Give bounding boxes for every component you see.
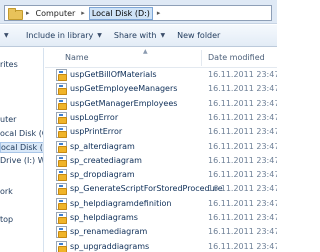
sql-file-icon (56, 197, 67, 210)
file-list: ▲ Name Date modified uspGetBillOfMateria… (45, 48, 277, 252)
file-name: uspGetManagerEmployees (70, 98, 178, 108)
nav-item-favorites[interactable]: rites (0, 60, 18, 69)
file-date-modified: 16.11.2011 23:47 (208, 141, 277, 151)
chevron-down-icon: ▼ (160, 32, 166, 39)
share-with-button[interactable]: Share with ▼ (108, 27, 171, 45)
sql-file-icon (56, 226, 67, 239)
file-row[interactable]: sp_helpdiagramdefinition 16.11.2011 23:47 (45, 197, 277, 211)
breadcrumb-computer[interactable]: Computer (34, 8, 78, 19)
file-date-modified: 16.11.2011 23:47 (208, 170, 277, 180)
file-date-modified: 16.11.2011 23:47 (208, 127, 277, 137)
sql-file-icon (56, 69, 67, 81)
nav-item-desktop[interactable]: top (0, 215, 13, 224)
chevron-down-icon: ▼ (97, 32, 102, 39)
file-date-modified: 16.11.2011 23:47 (208, 184, 277, 194)
chevron-right-icon[interactable]: ▸ (77, 9, 89, 17)
file-row[interactable]: sp_alterdiagram 16.11.2011 23:47 (45, 140, 277, 154)
file-date-modified: 16.11.2011 23:47 (208, 98, 277, 108)
share-with-label: Share with (113, 31, 157, 40)
command-bar: ▼ Include in library ▼ Share with ▼ New … (0, 25, 277, 47)
file-date-modified: 16.11.2011 23:47 (208, 213, 277, 222)
file-name: sp_alterdiagram (70, 141, 135, 151)
file-name: uspGetEmployeeManagers (70, 84, 178, 94)
file-date-modified: 16.11.2011 23:47 (208, 227, 277, 237)
sql-file-icon (56, 154, 67, 167)
file-name: sp_upgraddiagrams (70, 241, 150, 251)
folder-icon (8, 8, 23, 20)
sql-file-icon (56, 83, 67, 96)
new-folder-label: New folder (177, 31, 221, 40)
file-name: sp_creatediagram (70, 155, 142, 165)
file-row[interactable]: uspPrintError 16.11.2011 23:47 (45, 125, 277, 139)
include-in-library-button[interactable]: Include in library ▼ (20, 27, 108, 45)
include-in-library-label: Include in library (26, 31, 94, 40)
file-row[interactable]: uspGetManagerEmployees 16.11.2011 23:47 (45, 97, 277, 111)
file-name: sp_helpdiagrams (70, 213, 138, 222)
chevron-right-icon[interactable]: ▸ (153, 9, 165, 17)
new-folder-button[interactable]: New folder (171, 27, 226, 45)
chevron-down-icon[interactable]: ▼ (0, 32, 20, 39)
sql-file-icon (56, 111, 67, 124)
address-bar[interactable]: ▸ Computer ▸ Local Disk (D:) ▸ (4, 5, 272, 21)
nav-item-local-disk-d[interactable]: ocal Disk (D:) (0, 142, 43, 153)
file-row[interactable]: sp_renamediagram 16.11.2011 23:47 (45, 225, 277, 239)
file-name: sp_helpdiagramdefinition (70, 198, 172, 208)
sql-file-icon (56, 140, 67, 153)
sort-indicator-icon: ▲ (143, 48, 148, 55)
file-name: sp_GenerateScriptForStoredProcedure (70, 184, 223, 194)
column-header-row: ▲ Name Date modified (45, 48, 277, 68)
sql-file-icon (56, 126, 67, 139)
file-name: sp_dropdiagram (70, 170, 135, 180)
sql-file-icon (56, 169, 67, 182)
file-row[interactable]: uspGetBillOfMaterials 16.11.2011 23:47 (45, 68, 277, 82)
file-date-modified: 16.11.2011 23:47 (208, 198, 277, 208)
file-row[interactable]: sp_helpdiagrams 16.11.2011 23:47 (45, 211, 277, 225)
sql-file-icon (56, 183, 67, 196)
file-row[interactable]: uspLogError 16.11.2011 23:47 (45, 111, 277, 125)
column-header-date-modified[interactable]: Date modified (208, 53, 265, 62)
file-date-modified: 16.11.2011 23:47 (208, 70, 277, 79)
file-row[interactable]: sp_GenerateScriptForStoredProcedure 16.11… (45, 182, 277, 196)
column-header-name[interactable]: Name (65, 53, 89, 62)
breadcrumb-local-disk-d[interactable]: Local Disk (D:) (88, 6, 153, 20)
sql-file-icon (56, 240, 67, 252)
file-date-modified: 16.11.2011 23:47 (208, 155, 277, 165)
file-row[interactable]: sp_upgraddiagrams 16.11.2011 23:47 (45, 240, 277, 252)
file-name: sp_renamediagram (70, 227, 148, 237)
file-name: uspGetBillOfMaterials (70, 70, 157, 79)
navigation-pane: rites uter ocal Disk (C:) ocal Disk (D:)… (0, 48, 44, 252)
column-divider[interactable] (201, 50, 202, 66)
file-date-modified: 16.11.2011 23:47 (208, 241, 277, 251)
address-bar-area: ▸ Computer ▸ Local Disk (D:) ▸ (0, 0, 277, 24)
file-name: uspLogError (70, 112, 119, 122)
nav-item-computer[interactable]: uter (0, 115, 16, 124)
nav-item-local-disk-c[interactable]: ocal Disk (C:) (0, 129, 43, 138)
file-row[interactable]: sp_creatediagram 16.11.2011 23:47 (45, 154, 277, 168)
file-date-modified: 16.11.2011 23:47 (208, 112, 277, 122)
nav-item-network[interactable]: ork (0, 187, 13, 196)
sql-file-icon (56, 97, 67, 110)
chevron-right-icon[interactable]: ▸ (22, 9, 34, 17)
file-row[interactable]: sp_dropdiagram 16.11.2011 23:47 (45, 168, 277, 182)
file-row[interactable]: uspGetEmployeeManagers 16.11.2011 23:47 (45, 82, 277, 96)
nav-item-drive-i[interactable]: Drive (I:) W (0, 156, 43, 165)
file-date-modified: 16.11.2011 23:47 (208, 84, 277, 94)
sql-file-icon (56, 212, 67, 224)
file-name: uspPrintError (70, 127, 123, 137)
